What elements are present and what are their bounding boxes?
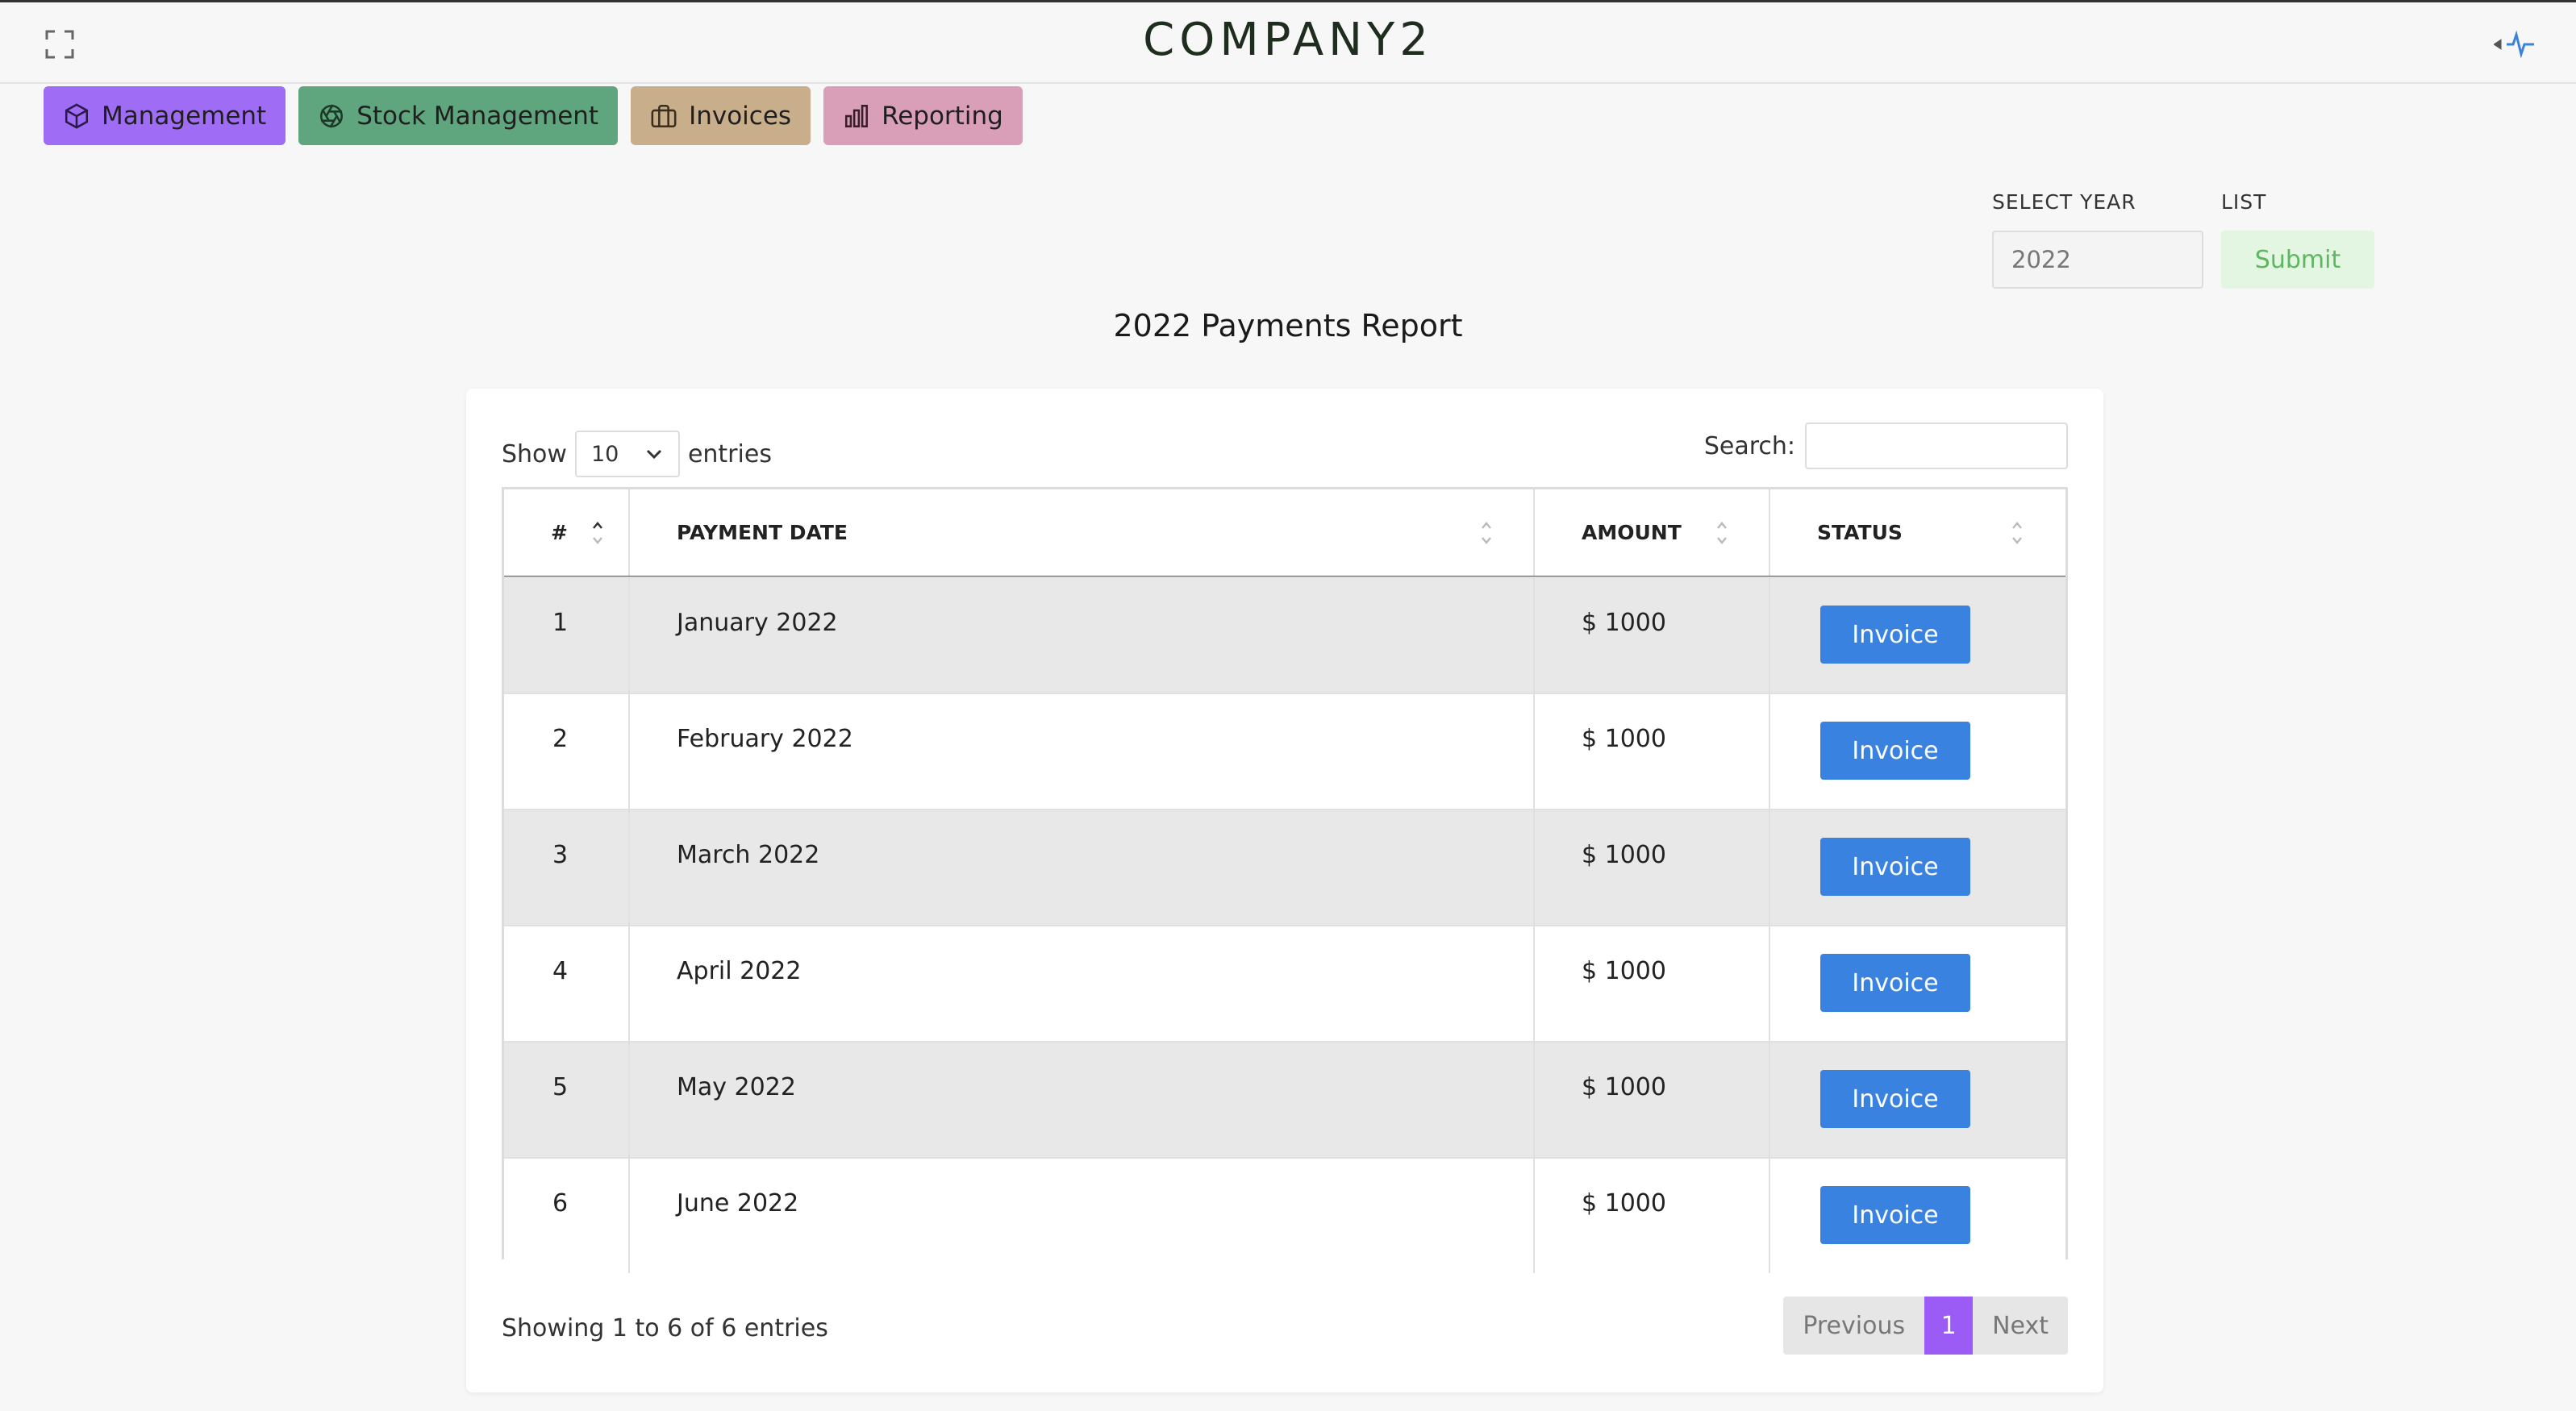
page-length-control: Show 10 entries <box>502 431 772 477</box>
pagination: Previous 1 Next <box>1783 1297 2068 1355</box>
select-year-label: SELECT YEAR <box>1992 190 2136 214</box>
briefcase-icon <box>651 104 677 127</box>
column-header-amount[interactable]: AMOUNT <box>1582 489 1682 576</box>
column-divider <box>628 489 630 576</box>
row-number: 3 <box>552 841 569 869</box>
sort-icon[interactable] <box>590 517 606 549</box>
submit-button[interactable]: Submit <box>2221 231 2374 289</box>
top-bar: COMPANY2 <box>0 0 2576 84</box>
page-length-value: 10 <box>590 441 619 467</box>
payments-table: # PAYMENT DATE AMOUNT STATUS 1 January 2… <box>502 487 2068 1273</box>
sort-icon[interactable] <box>1478 517 1494 549</box>
chevron-down-icon <box>646 449 662 460</box>
payment-date: June 2022 <box>677 1189 799 1217</box>
amount: $ 1000 <box>1582 609 1666 637</box>
table-row: 6 June 2022 $ 1000 Invoice <box>504 1157 2065 1273</box>
table-row: 5 May 2022 $ 1000 Invoice <box>504 1041 2065 1157</box>
nav-invoices-label: Invoices <box>689 101 792 131</box>
row-number: 2 <box>552 725 569 753</box>
cube-icon <box>65 102 89 129</box>
previous-page-button[interactable]: Previous <box>1783 1297 1925 1355</box>
list-label: LIST <box>2221 190 2267 214</box>
payment-date: April 2022 <box>677 957 802 985</box>
column-divider <box>1533 489 1535 576</box>
entries-label: entries <box>687 439 772 468</box>
search-label: Search: <box>1703 431 1795 460</box>
main-nav: Management Stock Management Invoices Rep… <box>44 86 1023 145</box>
table-info: Showing 1 to 6 of 6 entries <box>502 1314 828 1342</box>
brand-title: COMPANY2 <box>1143 14 1433 66</box>
column-header-number[interactable]: # <box>551 489 568 576</box>
nav-management-button[interactable]: Management <box>44 86 286 145</box>
row-number: 6 <box>552 1189 569 1217</box>
nav-invoices-button[interactable]: Invoices <box>631 86 811 145</box>
nav-management-label: Management <box>102 101 267 131</box>
nav-stock-management-label: Stock Management <box>356 101 599 131</box>
row-number: 5 <box>552 1073 569 1101</box>
nav-stock-management-button[interactable]: Stock Management <box>298 86 619 145</box>
invoice-button[interactable]: Invoice <box>1820 1070 1970 1128</box>
table-row: 2 February 2022 $ 1000 Invoice <box>504 693 2065 809</box>
table-row: 3 March 2022 $ 1000 Invoice <box>504 809 2065 925</box>
year-input[interactable] <box>1992 231 2203 289</box>
report-title: 2022 Payments Report <box>1113 308 1463 343</box>
invoice-button[interactable]: Invoice <box>1820 838 1970 896</box>
invoice-button[interactable]: Invoice <box>1820 1186 1970 1244</box>
activity-pulse-icon[interactable] <box>2493 30 2536 59</box>
report-card: Show 10 entries Search: # PAYMENT DATE A… <box>466 389 2103 1392</box>
bar-chart-icon <box>845 104 869 127</box>
payment-date: February 2022 <box>677 725 853 753</box>
show-label: Show <box>502 439 567 468</box>
table-header: # PAYMENT DATE AMOUNT STATUS <box>504 489 2065 578</box>
aperture-icon <box>320 103 344 128</box>
amount: $ 1000 <box>1582 957 1666 985</box>
search-input[interactable] <box>1805 422 2068 469</box>
nav-reporting-button[interactable]: Reporting <box>823 86 1023 145</box>
payment-date: March 2022 <box>677 841 820 869</box>
sort-icon[interactable] <box>1714 517 1730 549</box>
invoice-button[interactable]: Invoice <box>1820 722 1970 780</box>
page-1-button[interactable]: 1 <box>1924 1297 1974 1355</box>
amount: $ 1000 <box>1582 841 1666 869</box>
nav-reporting-label: Reporting <box>882 101 1003 131</box>
payment-date: May 2022 <box>677 1073 796 1101</box>
amount: $ 1000 <box>1582 725 1666 753</box>
amount: $ 1000 <box>1582 1189 1666 1217</box>
page-length-select[interactable]: 10 <box>574 431 680 477</box>
table-row: 1 January 2022 $ 1000 Invoice <box>504 576 2065 693</box>
row-number: 1 <box>552 609 569 637</box>
invoice-button[interactable]: Invoice <box>1820 606 1970 664</box>
sort-icon[interactable] <box>2009 517 2025 549</box>
search-control: Search: <box>1704 422 2068 469</box>
next-page-button[interactable]: Next <box>1973 1297 2068 1355</box>
payment-date: January 2022 <box>677 609 838 637</box>
invoice-button[interactable]: Invoice <box>1820 954 1970 1012</box>
amount: $ 1000 <box>1582 1073 1666 1101</box>
column-header-status[interactable]: STATUS <box>1817 489 1903 576</box>
table-row: 4 April 2022 $ 1000 Invoice <box>504 925 2065 1041</box>
column-header-payment-date[interactable]: PAYMENT DATE <box>677 489 848 576</box>
column-divider <box>1769 489 1770 576</box>
row-number: 4 <box>552 957 569 985</box>
